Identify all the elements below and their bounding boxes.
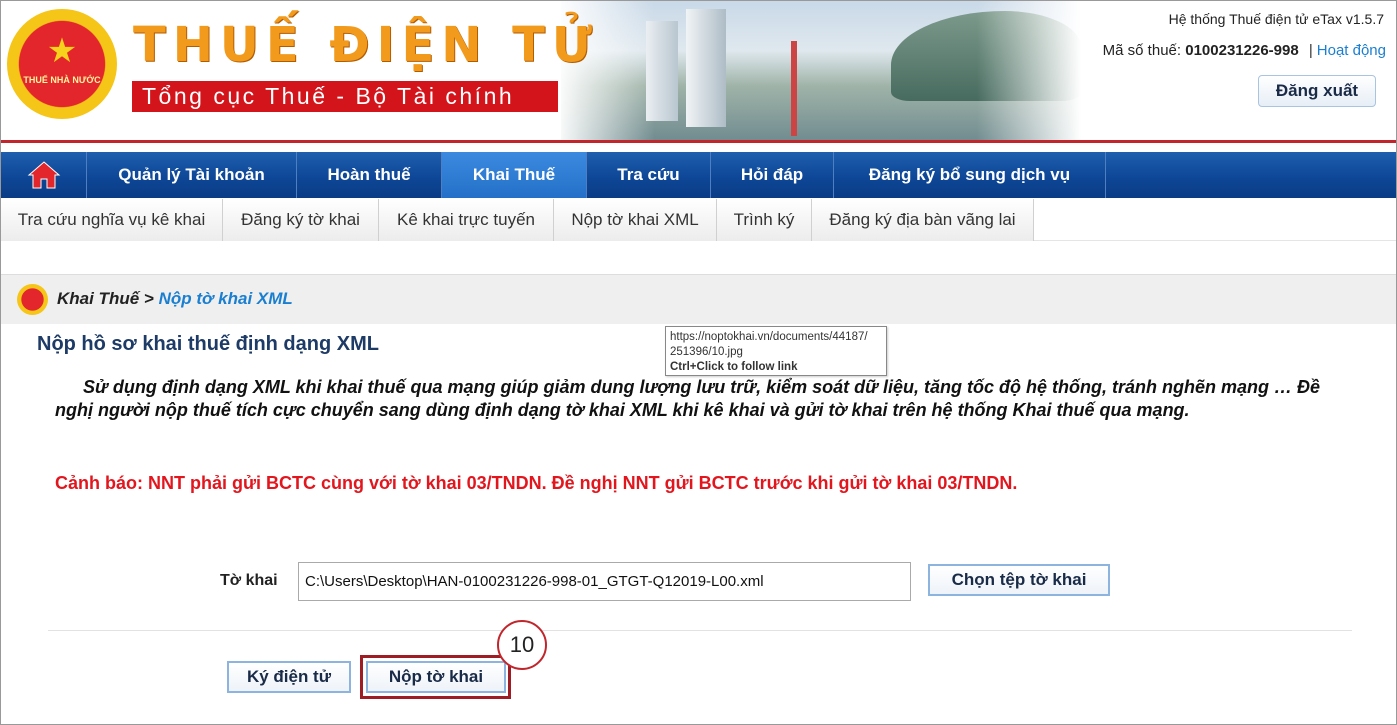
sign-button[interactable]: Ký điện tử [227,661,351,693]
file-path-input[interactable] [298,562,911,601]
header-divider [1,140,1396,143]
subnav-online-declaration[interactable]: Kê khai trực tuyến [379,199,554,241]
file-label: Tờ khai [220,572,278,589]
tax-id-value: 0100231226-998 [1185,42,1299,59]
choose-file-button[interactable]: Chọn tệp tờ khai [928,564,1110,596]
nav-faq[interactable]: Hỏi đáp [711,152,834,198]
warning-text: Cảnh báo: NNT phải gửi BCTC cùng với tờ … [55,473,1018,493]
subnav-sign[interactable]: Trình ký [717,199,812,241]
star-icon: ★ [46,32,78,70]
emblem-icon: ★ THUẾ NHÀ NƯỚC [7,9,117,119]
breadcrumb-separator: > [143,289,154,308]
divider [48,630,1352,631]
nav-tax-declaration[interactable]: Khai Thuế [442,152,587,198]
tax-id-row: Mã số thuế: 0100231226-998 | Hoạt động [1103,42,1386,59]
main-nav: Quản lý Tài khoản Hoàn thuế Khai Thuế Tr… [1,152,1396,198]
status-link[interactable]: Hoạt động [1317,42,1386,59]
header-banner: ★ THUẾ NHÀ NƯỚC THUẾ ĐIỆN TỬ Tổng cục Th… [1,1,1396,143]
nav-lookup[interactable]: Tra cứu [587,152,711,198]
subnav-obligation-lookup[interactable]: Tra cứu nghĩa vụ kê khai [1,199,223,241]
logout-button[interactable]: Đăng xuất [1258,75,1376,107]
breadcrumb-parent[interactable]: Khai Thuế [57,289,139,308]
highlight-box [360,655,511,699]
tooltip-url-line1: https://noptokhai.vn/documents/44187/ [670,331,868,343]
brand-title: THUẾ ĐIỆN TỬ [133,17,599,73]
nav-tax-refund[interactable]: Hoàn thuế [297,152,442,198]
subnav-register-declaration[interactable]: Đăng ký tờ khai [223,199,379,241]
link-tooltip: https://noptokhai.vn/documents/44187/ 25… [665,326,887,376]
sub-nav: Tra cứu nghĩa vụ kê khai Đăng ký tờ khai… [1,199,1396,241]
system-info: Hệ thống Thuế điện tử eTax v1.5.7 [1168,11,1384,27]
separator: | [1308,42,1313,59]
home-icon [27,161,60,189]
nav-register-services[interactable]: Đăng ký bổ sung dịch vụ [834,152,1106,198]
emblem-text: THUẾ NHÀ NƯỚC [23,75,101,85]
tax-id-label: Mã số thuế: [1102,42,1182,59]
breadcrumb-current: Nộp tờ khai XML [158,289,293,308]
brand-subtitle: Tổng cục Thuế - Bộ Tài chính [132,81,558,112]
step-number-badge: 10 [497,620,547,670]
tooltip-url-line2: 251396/10.jpg [670,346,743,358]
breadcrumb-path: Khai Thuế > Nộp tờ khai XML [57,289,293,309]
subnav-transient-area[interactable]: Đăng ký địa bàn vãng lai [812,199,1034,241]
tooltip-hint: Ctrl+Click to follow link [670,361,798,373]
photo-fade [561,1,1081,143]
page-title: Nộp hồ sơ khai thuế định dạng XML [37,333,379,355]
nav-home[interactable] [1,152,87,198]
emblem-icon [17,284,48,315]
breadcrumb: Khai Thuế > Nộp tờ khai XML [1,274,1396,324]
header-photo [561,1,1081,143]
nav-account-management[interactable]: Quản lý Tài khoản [87,152,297,198]
subnav-submit-xml[interactable]: Nộp tờ khai XML [554,199,717,241]
intro-text: Sử dụng định dạng XML khi khai thuế qua … [55,377,1321,420]
